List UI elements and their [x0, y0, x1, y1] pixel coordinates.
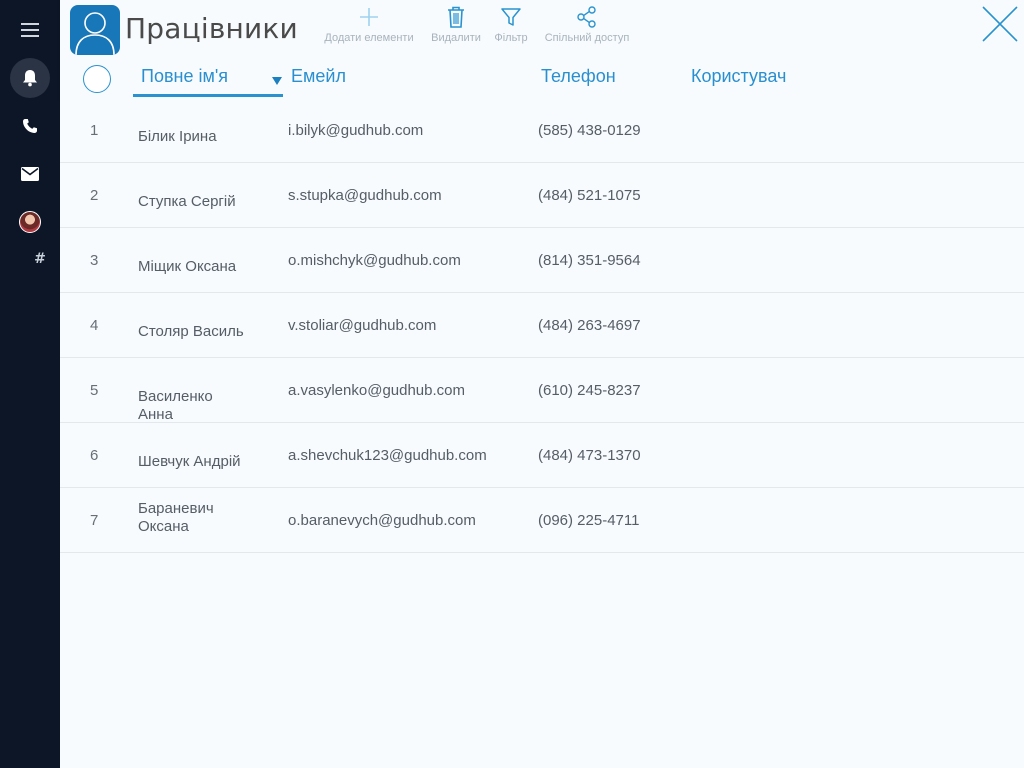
row-full-name: Міщик Оксана	[138, 258, 237, 275]
add-items-button[interactable]: Додати елементи	[320, 4, 418, 48]
filter-button[interactable]: Фільтр	[490, 4, 532, 48]
phone-icon[interactable]	[10, 106, 50, 146]
row-phone: (610) 245-8237	[538, 382, 641, 399]
row-number: 7	[90, 512, 99, 529]
row-email: o.baranevych@gudhub.com	[288, 512, 476, 529]
row-full-name: Шевчук Андрій	[138, 453, 241, 470]
bell-icon[interactable]	[10, 58, 50, 98]
employees-table: 1 Білик Ірина i.bilyk@gudhub.com (585) 4…	[60, 98, 1024, 553]
table-row[interactable]: 7 Бараневич Оксана o.baranevych@gudhub.c…	[60, 488, 1024, 553]
filter-label: Фільтр	[494, 32, 528, 44]
filter-icon	[490, 4, 532, 30]
row-full-name: Білик Ірина	[138, 128, 217, 145]
row-email: s.stupka@gudhub.com	[288, 187, 442, 204]
row-full-name: Бараневич Оксана	[138, 500, 214, 535]
mail-icon[interactable]	[10, 154, 50, 194]
hash-icon[interactable]: #	[30, 250, 50, 268]
row-phone: (585) 438-0129	[538, 122, 641, 139]
column-header-full-name[interactable]: Повне ім'я	[141, 66, 228, 87]
app-user-icon	[70, 5, 120, 55]
user-avatar[interactable]	[10, 202, 50, 242]
row-email: v.stoliar@gudhub.com	[288, 317, 437, 334]
delete-label: Видалити	[431, 32, 481, 44]
delete-button[interactable]: Видалити	[428, 4, 484, 48]
close-icon[interactable]	[980, 4, 1020, 44]
column-header-phone[interactable]: Телефон	[541, 66, 616, 87]
share-icon	[540, 4, 634, 30]
avatar-image	[19, 211, 41, 233]
row-number: 2	[90, 187, 99, 204]
page-title: Працівники	[125, 12, 298, 45]
row-phone: (814) 351-9564	[538, 252, 641, 269]
row-email: o.mishchyk@gudhub.com	[288, 252, 461, 269]
trash-icon	[428, 4, 484, 30]
active-sort-underline	[133, 94, 283, 97]
row-full-name: Ступка Сергій	[138, 193, 236, 210]
plus-icon	[320, 4, 418, 30]
row-phone: (484) 263-4697	[538, 317, 641, 334]
row-full-name: Столяр Василь	[138, 323, 244, 340]
table-row[interactable]: 4 Столяр Василь v.stoliar@gudhub.com (48…	[60, 293, 1024, 358]
row-email: i.bilyk@gudhub.com	[288, 122, 424, 139]
table-row[interactable]: 3 Міщик Оксана o.mishchyk@gudhub.com (81…	[60, 228, 1024, 293]
table-row[interactable]: 1 Білик Ірина i.bilyk@gudhub.com (585) 4…	[60, 98, 1024, 163]
table-row[interactable]: 6 Шевчук Андрій a.shevchuk123@gudhub.com…	[60, 423, 1024, 488]
row-full-name: Василенко Анна	[138, 388, 213, 423]
select-all-checkbox[interactable]	[83, 65, 111, 93]
table-row[interactable]: 2 Ступка Сергій s.stupka@gudhub.com (484…	[60, 163, 1024, 228]
row-email: a.vasylenko@gudhub.com	[288, 382, 465, 399]
row-phone: (484) 521-1075	[538, 187, 641, 204]
hamburger-menu-icon[interactable]	[10, 10, 50, 50]
sidebar: #	[0, 0, 60, 768]
share-button[interactable]: Спільний доступ	[540, 4, 634, 48]
row-phone: (484) 473-1370	[538, 447, 641, 464]
row-number: 1	[90, 122, 99, 139]
share-label: Спільний доступ	[544, 32, 630, 44]
add-items-label: Додати елементи	[324, 32, 414, 44]
row-number: 4	[90, 317, 99, 334]
row-number: 6	[90, 447, 99, 464]
column-header-user[interactable]: Користувач	[691, 66, 786, 87]
column-header-email[interactable]: Емейл	[291, 66, 346, 87]
sort-desc-icon[interactable]	[272, 77, 282, 85]
page-header: Працівники Додати елементи Видалити Філь…	[60, 0, 1024, 98]
row-number: 3	[90, 252, 99, 269]
table-row[interactable]: 5 Василенко Анна a.vasylenko@gudhub.com …	[60, 358, 1024, 423]
row-phone: (096) 225-4711	[538, 512, 640, 529]
row-number: 5	[90, 382, 99, 399]
row-email: a.shevchuk123@gudhub.com	[288, 447, 487, 464]
